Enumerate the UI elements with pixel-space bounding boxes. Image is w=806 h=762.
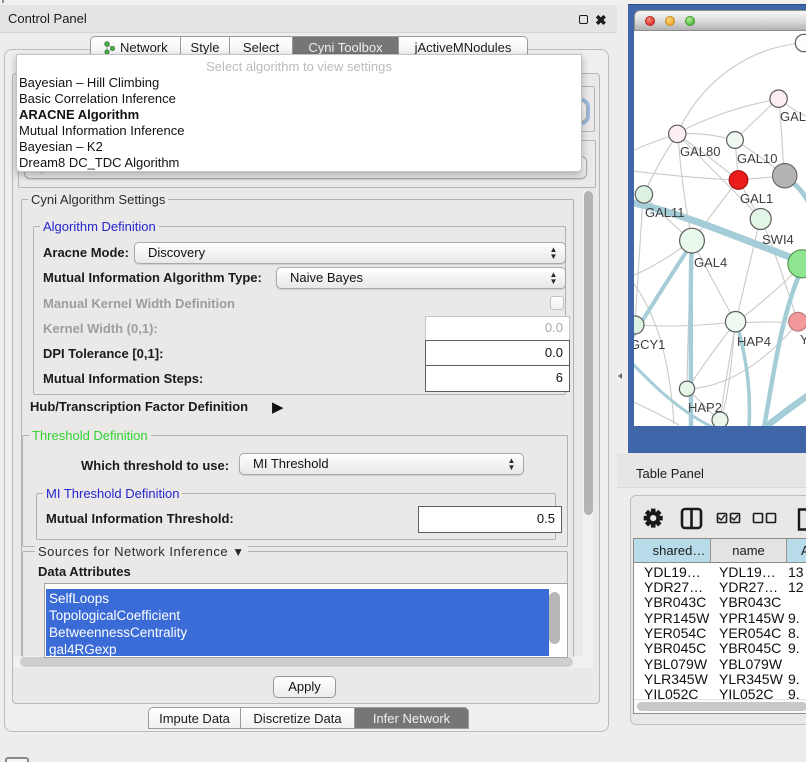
- svg-text:Y: Y: [800, 332, 806, 347]
- svg-text:GAL11: GAL11: [645, 205, 685, 220]
- svg-text:GAL10: GAL10: [737, 151, 777, 166]
- svg-text:SWI4: SWI4: [762, 232, 794, 247]
- svg-text:GAL80: GAL80: [680, 144, 720, 159]
- svg-text:GAL7: GAL7: [780, 109, 806, 124]
- svg-text:GAL1: GAL1: [740, 191, 773, 206]
- svg-text:GCY1: GCY1: [634, 337, 665, 352]
- svg-text:GAL4: GAL4: [694, 255, 727, 270]
- svg-text:HAP2: HAP2: [688, 400, 722, 415]
- svg-text:HAP4: HAP4: [737, 334, 771, 349]
